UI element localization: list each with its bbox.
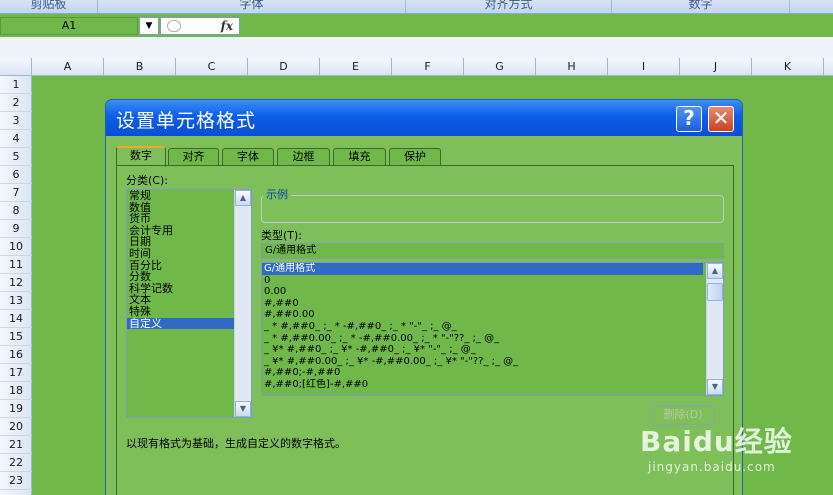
type-input[interactable]: G/通用格式 (261, 243, 724, 259)
format-item[interactable]: _ ¥* #,##0.00_ ;_ ¥* -#,##0.00_ ;_ ¥* "-… (262, 356, 703, 368)
ribbon-group-font[interactable]: 字体 (98, 0, 406, 13)
row-header[interactable]: 4 (0, 130, 32, 148)
ribbon-group-number[interactable]: 数字 (612, 0, 790, 13)
column-header[interactable]: H (536, 58, 608, 75)
row-header[interactable]: 8 (0, 202, 32, 220)
tab-font[interactable]: 字体 (222, 148, 274, 166)
category-scrollbar[interactable]: ▲ ▼ (234, 190, 251, 417)
scroll-up-icon[interactable]: ▲ (707, 263, 723, 279)
tab-protection[interactable]: 保护 (389, 148, 441, 166)
name-box[interactable]: A1 (0, 17, 138, 35)
dialog-title: 设置单元格格式 (116, 110, 257, 132)
column-header[interactable]: F (392, 58, 464, 75)
row-header[interactable]: 19 (0, 400, 32, 418)
category-item-selected[interactable]: 自定义 (127, 317, 251, 330)
insert-function-area: fx (160, 17, 240, 35)
format-item-selected[interactable]: G/通用格式 (262, 263, 703, 275)
row-header-column: 1 2 3 4 5 6 7 8 9 10 11 12 13 14 15 16 1… (0, 76, 32, 495)
row-header[interactable]: 5 (0, 148, 32, 166)
formula-input[interactable] (240, 17, 833, 35)
scroll-down-icon[interactable]: ▼ (707, 379, 723, 395)
column-header[interactable]: J (680, 58, 752, 75)
format-item[interactable]: 0.00 (262, 286, 703, 298)
format-item[interactable]: #,##0;-#,##0 (262, 367, 703, 379)
row-header[interactable]: 16 (0, 346, 32, 364)
column-header[interactable]: A (32, 58, 104, 75)
insert-function-icon[interactable]: fx (221, 18, 233, 34)
ribbon-group-alignment[interactable]: 对齐方式 (406, 0, 612, 13)
row-header[interactable]: 11 (0, 256, 32, 274)
toolbar-gap (0, 37, 833, 58)
row-header[interactable]: 23 (0, 472, 32, 490)
scroll-up-icon[interactable]: ▲ (235, 190, 251, 206)
ribbon-group-clipboard[interactable]: 剪贴板 (0, 0, 98, 13)
scroll-down-icon[interactable]: ▼ (235, 401, 251, 417)
row-header[interactable]: 12 (0, 274, 32, 292)
category-item[interactable]: 特殊 (127, 306, 251, 318)
ribbon-group-labels: 剪贴板 字体 对齐方式 数字 (0, 0, 833, 14)
tab-alignment[interactable]: 对齐 (168, 148, 219, 166)
column-header[interactable]: I (608, 58, 680, 75)
column-header[interactable]: B (104, 58, 176, 75)
category-item[interactable]: 常规 (127, 190, 251, 202)
help-icon[interactable]: ? (676, 106, 702, 132)
format-item[interactable]: #,##0;[红色]-#,##0 (262, 379, 703, 391)
type-label: 类型(T): (261, 229, 303, 242)
format-item[interactable]: _ ¥* #,##0_ ;_ ¥* -#,##0_ ;_ ¥* "-"_ ;_ … (262, 344, 703, 356)
row-header[interactable]: 14 (0, 310, 32, 328)
category-item[interactable]: 分数 (127, 271, 251, 283)
format-item[interactable]: 0 (262, 275, 703, 287)
row-header[interactable]: 17 (0, 364, 32, 382)
row-header[interactable]: 15 (0, 328, 32, 346)
row-header[interactable]: 6 (0, 166, 32, 184)
select-all-corner[interactable] (0, 58, 32, 75)
format-item[interactable]: #,##0 (262, 298, 703, 310)
column-header[interactable]: D (248, 58, 320, 75)
formula-splitter-handle[interactable] (167, 20, 181, 32)
dialog-title-bar[interactable]: 设置单元格格式 ? ✕ (106, 100, 742, 136)
row-header[interactable]: 3 (0, 112, 32, 130)
formula-bar: A1 ▼ fx (0, 15, 833, 37)
format-scrollbar[interactable]: ▲ ▼ (706, 263, 723, 395)
column-header[interactable]: K (752, 58, 824, 75)
row-header[interactable]: 13 (0, 292, 32, 310)
column-header[interactable]: E (320, 58, 392, 75)
row-header[interactable]: 2 (0, 94, 32, 112)
column-header-row: A B C D E F G H I J K (0, 58, 833, 76)
format-item[interactable]: _ * #,##0.00_ ;_ * -#,##0.00_ ;_ * "-"??… (262, 333, 703, 345)
row-header[interactable]: 7 (0, 184, 32, 202)
row-header[interactable]: 9 (0, 220, 32, 238)
row-header[interactable]: 1 (0, 76, 32, 94)
row-header[interactable]: 21 (0, 436, 32, 454)
format-list[interactable]: G/通用格式 0 0.00 #,##0 #,##0.00 _ * #,##0_ … (261, 262, 724, 396)
watermark-url: jingyan.baidu.com (648, 460, 776, 474)
row-header[interactable]: 20 (0, 418, 32, 436)
format-item[interactable]: #,##0.00 (262, 309, 703, 321)
scroll-thumb[interactable] (707, 283, 723, 301)
baidu-watermark: Baidu经验 jingyan.baidu.com (640, 420, 793, 474)
tab-border[interactable]: 边框 (277, 148, 330, 166)
column-header[interactable]: C (176, 58, 248, 75)
format-item[interactable]: _ * #,##0_ ;_ * -#,##0_ ;_ * "-"_ ;_ @_ (262, 321, 703, 333)
chevron-down-icon[interactable]: ▼ (139, 17, 159, 35)
category-label: 分类(C): (126, 174, 168, 187)
format-description: 以现有格式为基础，生成自定义的数字格式。 (126, 437, 346, 450)
sample-box (261, 195, 724, 223)
tab-fill[interactable]: 填充 (333, 148, 386, 166)
row-header[interactable]: 10 (0, 238, 32, 256)
column-header[interactable]: G (464, 58, 536, 75)
close-icon[interactable]: ✕ (708, 106, 734, 132)
row-header[interactable]: 18 (0, 382, 32, 400)
sample-label: 示例 (263, 186, 291, 202)
category-item[interactable]: 时间 (127, 248, 251, 260)
row-header[interactable]: 22 (0, 454, 32, 472)
tab-number[interactable]: 数字 (116, 146, 166, 167)
watermark-logo-text: Baidu经验 (640, 425, 793, 458)
category-list[interactable]: 常规 数值 货币 会计专用 日期 时间 百分比 分数 科学记数 文本 特殊 自定… (126, 189, 252, 418)
